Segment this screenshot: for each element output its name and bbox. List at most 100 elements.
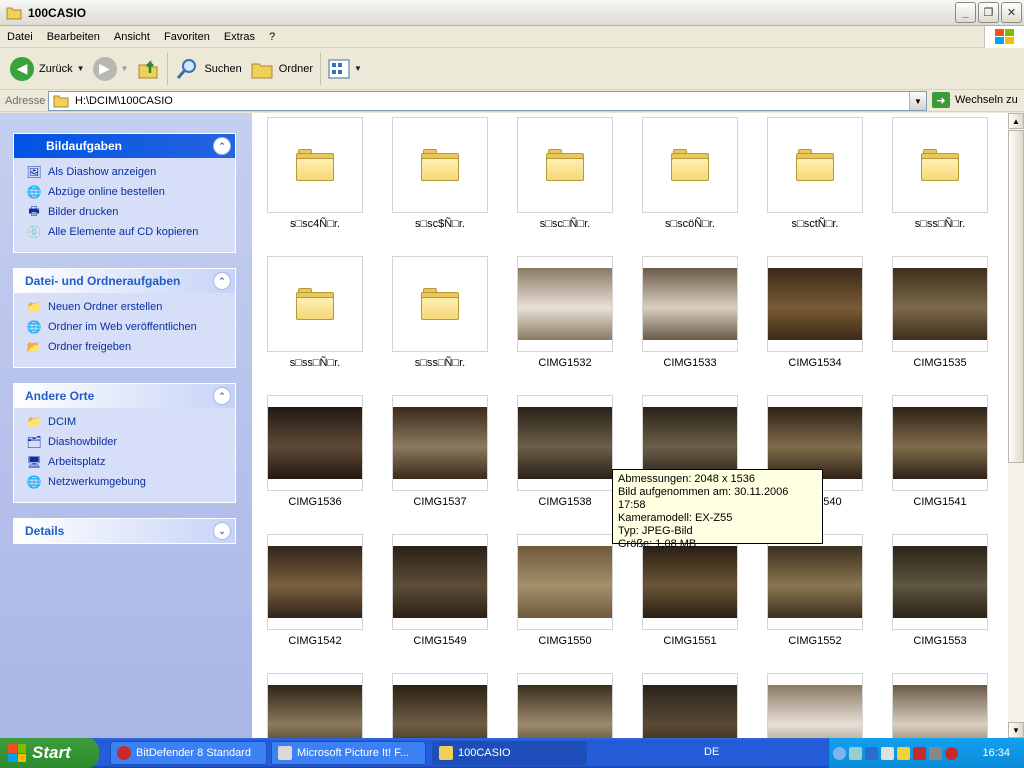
photo-thumbnail[interactable] [517,395,613,491]
up-folder-button[interactable] [132,51,164,87]
collapse-icon[interactable]: ⌃ [214,138,230,154]
file-name-label[interactable]: CIMG1532 [500,357,630,369]
language-indicator[interactable]: DE [704,746,719,758]
scroll-up-button[interactable]: ▲ [1008,113,1024,129]
menu-datei[interactable]: Datei [0,26,40,48]
place-diashowbilder[interactable]: 🗂 Diashowbilder [26,432,235,452]
file-name-label[interactable]: CIMG1537 [375,496,505,508]
security-icon[interactable] [897,746,910,760]
views-dropdown-icon[interactable]: ▼ [354,64,362,73]
start-button[interactable]: Start [0,738,99,768]
folder-thumbnail[interactable] [892,117,988,213]
minimize-button[interactable]: _ [955,2,976,23]
task-print[interactable]: 🖶 Bilder drucken [26,202,235,222]
file-name-label[interactable]: CIMG1549 [375,635,505,647]
file-name-label[interactable]: s□sc$Ñ□r. [375,218,505,230]
file-name-label[interactable]: CIMG1553 [875,635,1005,647]
folder-thumbnail[interactable] [767,117,863,213]
menu-bearbeiten[interactable]: Bearbeiten [40,26,107,48]
file-name-label[interactable]: CIMG1551 [625,635,755,647]
menu-help[interactable]: ? [262,26,282,48]
panel-header[interactable]: Andere Orte ⌃ [14,384,235,408]
photo-thumbnail[interactable] [767,673,863,738]
task-bitdefender[interactable]: BitDefender 8 Standard [110,741,267,765]
back-dropdown-icon[interactable]: ▼ [77,64,85,73]
file-name-label[interactable]: s□ss□Ñ□r. [375,357,505,369]
photo-thumbnail[interactable] [267,534,363,630]
photo-thumbnail[interactable] [642,256,738,352]
scroll-down-button[interactable]: ▼ [1008,722,1024,738]
file-name-label[interactable]: CIMG1535 [875,357,1005,369]
close-button[interactable]: ✕ [1001,2,1022,23]
file-name-label[interactable]: s□ss□Ñ□r. [252,357,380,369]
photo-thumbnail[interactable] [892,534,988,630]
file-name-label[interactable]: CIMG1534 [750,357,880,369]
forward-dropdown-icon[interactable]: ▼ [121,64,129,73]
panel-header[interactable]: Bildaufgaben ⌃ [14,134,235,158]
task-explorer[interactable]: 100CASIO [432,741,587,765]
forward-button[interactable]: ▶ ▼ [89,51,133,87]
scroll-thumb[interactable] [1008,130,1024,463]
photo-thumbnail[interactable] [892,395,988,491]
maximize-button[interactable]: ❐ [978,2,999,23]
file-name-label[interactable]: CIMG1552 [750,635,880,647]
tray-expand-icon[interactable] [833,746,846,760]
panel-header[interactable]: Datei- und Ordneraufgaben ⌃ [14,269,235,293]
file-name-label[interactable]: CIMG1542 [252,635,380,647]
folder-thumbnail[interactable] [267,117,363,213]
folder-thumbnail[interactable] [267,256,363,352]
photo-thumbnail[interactable] [517,534,613,630]
file-name-label[interactable]: CIMG1533 [625,357,755,369]
vertical-scrollbar[interactable]: ▲ ▼ [1008,113,1024,738]
file-name-label[interactable]: s□ss□Ñ□r. [875,218,1005,230]
update-icon[interactable] [929,746,942,760]
folder-thumbnail[interactable] [392,117,488,213]
task-slideshow[interactable]: 🖼 Als Diashow anzeigen [26,162,235,182]
menu-ansicht[interactable]: Ansicht [107,26,157,48]
file-name-label[interactable]: CIMG1538 [500,496,630,508]
photo-thumbnail[interactable] [392,395,488,491]
back-button[interactable]: ◀ Zurück ▼ [6,51,89,87]
photo-thumbnail[interactable] [267,673,363,738]
file-name-label[interactable]: CIMG1550 [500,635,630,647]
collapse-icon[interactable]: ⌃ [214,388,230,404]
folder-thumbnail[interactable] [642,117,738,213]
place-arbeitsplatz[interactable]: 🖥 Arbeitsplatz [26,452,235,472]
photo-thumbnail[interactable] [892,256,988,352]
menu-favoriten[interactable]: Favoriten [157,26,217,48]
messenger-icon[interactable] [849,746,862,760]
photo-thumbnail[interactable] [392,673,488,738]
task-picture-it[interactable]: Microsoft Picture It! F... [271,741,426,765]
place-dcim[interactable]: 📁 DCIM [26,412,235,432]
task-copy-cd[interactable]: 💿 Alle Elemente auf CD kopieren [26,222,235,242]
task-new-folder[interactable]: 📁 Neuen Ordner erstellen [26,297,235,317]
task-publish-web[interactable]: 🌐 Ordner im Web veröffentlichen [26,317,235,337]
task-share-folder[interactable]: 📂 Ordner freigeben [26,337,235,357]
file-name-label[interactable]: s□sc4Ñ□r. [252,218,380,230]
photo-thumbnail[interactable] [267,395,363,491]
task-order-prints[interactable]: 🌐 Abzüge online bestellen [26,182,235,202]
volume-icon[interactable] [881,746,894,760]
menu-extras[interactable]: Extras [217,26,262,48]
file-name-label[interactable]: CIMG1541 [875,496,1005,508]
go-button[interactable]: ➜ Wechseln zu [932,92,1018,108]
expand-icon[interactable]: ⌄ [214,523,230,539]
folders-button[interactable]: Ordner [246,51,317,87]
photo-thumbnail[interactable] [392,534,488,630]
photo-thumbnail[interactable] [892,673,988,738]
file-name-label[interactable]: s□sc□Ñ□r. [500,218,630,230]
folder-thumbnail[interactable] [517,117,613,213]
photo-thumbnail[interactable] [517,256,613,352]
address-dropdown-icon[interactable]: ▼ [909,92,926,110]
shield-icon[interactable] [945,746,958,760]
panel-header[interactable]: Details ⌄ [14,519,235,543]
place-network[interactable]: 🌐 Netzwerkumgebung [26,472,235,492]
file-name-label[interactable]: s□scöÑ□r. [625,218,755,230]
photo-thumbnail[interactable] [517,673,613,738]
collapse-icon[interactable]: ⌃ [214,273,230,289]
folder-thumbnail[interactable] [392,256,488,352]
network-icon[interactable] [865,746,878,760]
photo-thumbnail[interactable] [642,673,738,738]
file-name-label[interactable]: s□sctÑ□r. [750,218,880,230]
search-button[interactable]: Suchen [171,51,245,87]
